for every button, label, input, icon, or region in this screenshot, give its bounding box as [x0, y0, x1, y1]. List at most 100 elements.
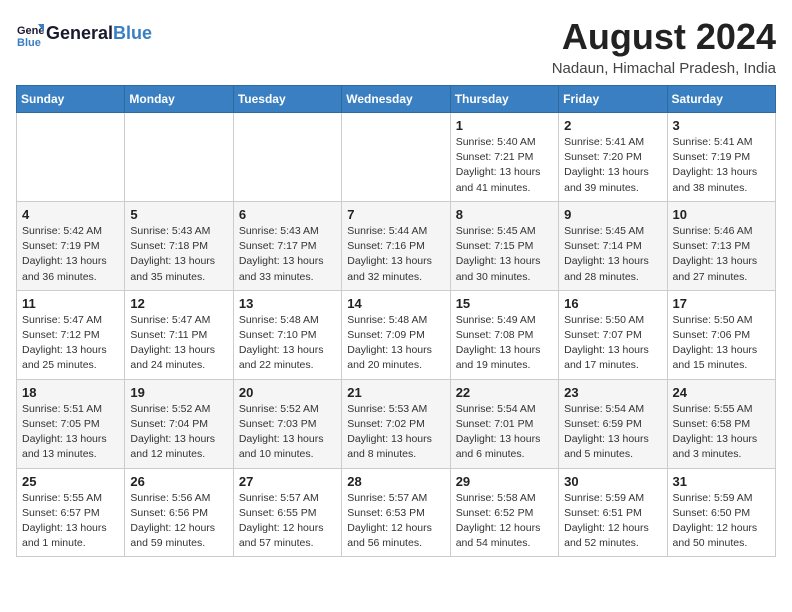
logo: General Blue GeneralBlue — [16, 20, 152, 48]
day-detail: Sunrise: 5:42 AM Sunset: 7:19 PM Dayligh… — [22, 224, 119, 285]
table-row: 19 Sunrise: 5:52 AM Sunset: 7:04 PM Dayli… — [125, 379, 233, 468]
calendar-week-row: 18 Sunrise: 5:51 AM Sunset: 7:05 PM Dayli… — [17, 379, 776, 468]
table-row: 3Sunrise: 5:41 AM Sunset: 7:19 PM Daylig… — [667, 113, 775, 202]
day-number: 6 — [239, 207, 336, 222]
day-detail: Sunrise: 5:55 AM Sunset: 6:58 PM Dayligh… — [673, 402, 770, 463]
table-row: 22 Sunrise: 5:54 AM Sunset: 7:01 PM Dayli… — [450, 379, 558, 468]
page-header: General Blue GeneralBlue August 2024 Nad… — [16, 16, 776, 77]
day-detail: Sunrise: 5:54 AM Sunset: 7:01 PM Dayligh… — [456, 402, 553, 463]
svg-text:Blue: Blue — [17, 37, 41, 48]
table-row: 16 Sunrise: 5:50 AM Sunset: 7:07 PM Dayli… — [559, 290, 667, 379]
table-row: 2Sunrise: 5:41 AM Sunset: 7:20 PM Daylig… — [559, 113, 667, 202]
day-number: 22 — [456, 385, 553, 400]
calendar-table: Sunday Monday Tuesday Wednesday Thursday… — [16, 85, 776, 557]
header-saturday: Saturday — [667, 86, 775, 113]
table-row: 10 Sunrise: 5:46 AM Sunset: 7:13 PM Dayli… — [667, 201, 775, 290]
day-detail: Sunrise: 5:47 AM Sunset: 7:11 PM Dayligh… — [130, 313, 227, 374]
day-number: 24 — [673, 385, 770, 400]
day-number: 9 — [564, 207, 661, 222]
table-row: 17 Sunrise: 5:50 AM Sunset: 7:06 PM Dayli… — [667, 290, 775, 379]
day-detail: Sunrise: 5:55 AM Sunset: 6:57 PM Dayligh… — [22, 491, 119, 552]
day-detail: Sunrise: 5:57 AM Sunset: 6:55 PM Dayligh… — [239, 491, 336, 552]
table-row: 11 Sunrise: 5:47 AM Sunset: 7:12 PM Dayli… — [17, 290, 125, 379]
day-detail: Sunrise: 5:50 AM Sunset: 7:06 PM Dayligh… — [673, 313, 770, 374]
table-row: 20 Sunrise: 5:52 AM Sunset: 7:03 PM Dayli… — [233, 379, 341, 468]
calendar-week-row: 25 Sunrise: 5:55 AM Sunset: 6:57 PM Dayli… — [17, 468, 776, 557]
day-number: 14 — [347, 296, 444, 311]
table-row: 4Sunrise: 5:42 AM Sunset: 7:19 PM Daylig… — [17, 201, 125, 290]
calendar-week-row: 11 Sunrise: 5:47 AM Sunset: 7:12 PM Dayli… — [17, 290, 776, 379]
table-row: 1Sunrise: 5:40 AM Sunset: 7:21 PM Daylig… — [450, 113, 558, 202]
day-number: 11 — [22, 296, 119, 311]
day-number: 17 — [673, 296, 770, 311]
day-detail: Sunrise: 5:50 AM Sunset: 7:07 PM Dayligh… — [564, 313, 661, 374]
header-tuesday: Tuesday — [233, 86, 341, 113]
day-detail: Sunrise: 5:57 AM Sunset: 6:53 PM Dayligh… — [347, 491, 444, 552]
day-number: 2 — [564, 118, 661, 133]
table-row: 31 Sunrise: 5:59 AM Sunset: 6:50 PM Dayli… — [667, 468, 775, 557]
logo-text: GeneralBlue — [46, 24, 152, 44]
day-detail: Sunrise: 5:56 AM Sunset: 6:56 PM Dayligh… — [130, 491, 227, 552]
day-number: 7 — [347, 207, 444, 222]
header-sunday: Sunday — [17, 86, 125, 113]
calendar-header-row: Sunday Monday Tuesday Wednesday Thursday… — [17, 86, 776, 113]
table-row — [233, 113, 341, 202]
day-detail: Sunrise: 5:47 AM Sunset: 7:12 PM Dayligh… — [22, 313, 119, 374]
day-detail: Sunrise: 5:48 AM Sunset: 7:10 PM Dayligh… — [239, 313, 336, 374]
day-number: 23 — [564, 385, 661, 400]
table-row: 27 Sunrise: 5:57 AM Sunset: 6:55 PM Dayli… — [233, 468, 341, 557]
table-row: 14 Sunrise: 5:48 AM Sunset: 7:09 PM Dayli… — [342, 290, 450, 379]
header-thursday: Thursday — [450, 86, 558, 113]
calendar-week-row: 1Sunrise: 5:40 AM Sunset: 7:21 PM Daylig… — [17, 113, 776, 202]
day-number: 18 — [22, 385, 119, 400]
table-row: 26 Sunrise: 5:56 AM Sunset: 6:56 PM Dayli… — [125, 468, 233, 557]
day-detail: Sunrise: 5:51 AM Sunset: 7:05 PM Dayligh… — [22, 402, 119, 463]
day-number: 21 — [347, 385, 444, 400]
day-number: 8 — [456, 207, 553, 222]
day-detail: Sunrise: 5:49 AM Sunset: 7:08 PM Dayligh… — [456, 313, 553, 374]
table-row: 9Sunrise: 5:45 AM Sunset: 7:14 PM Daylig… — [559, 201, 667, 290]
calendar-week-row: 4Sunrise: 5:42 AM Sunset: 7:19 PM Daylig… — [17, 201, 776, 290]
day-number: 20 — [239, 385, 336, 400]
day-detail: Sunrise: 5:44 AM Sunset: 7:16 PM Dayligh… — [347, 224, 444, 285]
table-row: 24 Sunrise: 5:55 AM Sunset: 6:58 PM Dayli… — [667, 379, 775, 468]
table-row: 30Sunrise: 5:59 AM Sunset: 6:51 PM Dayli… — [559, 468, 667, 557]
table-row: 23 Sunrise: 5:54 AM Sunset: 6:59 PM Dayli… — [559, 379, 667, 468]
day-number: 27 — [239, 474, 336, 489]
table-row: 7 Sunrise: 5:44 AM Sunset: 7:16 PM Daylig… — [342, 201, 450, 290]
day-number: 26 — [130, 474, 227, 489]
table-row: 29Sunrise: 5:58 AM Sunset: 6:52 PM Dayli… — [450, 468, 558, 557]
day-number: 25 — [22, 474, 119, 489]
day-number: 19 — [130, 385, 227, 400]
day-number: 16 — [564, 296, 661, 311]
day-detail: Sunrise: 5:52 AM Sunset: 7:04 PM Dayligh… — [130, 402, 227, 463]
table-row: 12Sunrise: 5:47 AM Sunset: 7:11 PM Dayli… — [125, 290, 233, 379]
day-detail: Sunrise: 5:48 AM Sunset: 7:09 PM Dayligh… — [347, 313, 444, 374]
day-detail: Sunrise: 5:59 AM Sunset: 6:51 PM Dayligh… — [564, 491, 661, 552]
day-detail: Sunrise: 5:52 AM Sunset: 7:03 PM Dayligh… — [239, 402, 336, 463]
table-row: 5Sunrise: 5:43 AM Sunset: 7:18 PM Daylig… — [125, 201, 233, 290]
day-number: 10 — [673, 207, 770, 222]
day-detail: Sunrise: 5:43 AM Sunset: 7:17 PM Dayligh… — [239, 224, 336, 285]
day-number: 13 — [239, 296, 336, 311]
title-block: August 2024 Nadaun, Himachal Pradesh, In… — [552, 16, 776, 77]
day-number: 28 — [347, 474, 444, 489]
table-row: 6 Sunrise: 5:43 AM Sunset: 7:17 PM Daylig… — [233, 201, 341, 290]
day-detail: Sunrise: 5:40 AM Sunset: 7:21 PM Dayligh… — [456, 135, 553, 196]
day-number: 31 — [673, 474, 770, 489]
day-number: 15 — [456, 296, 553, 311]
day-detail: Sunrise: 5:46 AM Sunset: 7:13 PM Dayligh… — [673, 224, 770, 285]
location: Nadaun, Himachal Pradesh, India — [552, 60, 776, 77]
day-detail: Sunrise: 5:43 AM Sunset: 7:18 PM Dayligh… — [130, 224, 227, 285]
table-row — [342, 113, 450, 202]
day-detail: Sunrise: 5:59 AM Sunset: 6:50 PM Dayligh… — [673, 491, 770, 552]
table-row — [125, 113, 233, 202]
table-row: 21 Sunrise: 5:53 AM Sunset: 7:02 PM Dayli… — [342, 379, 450, 468]
header-wednesday: Wednesday — [342, 86, 450, 113]
day-detail: Sunrise: 5:54 AM Sunset: 6:59 PM Dayligh… — [564, 402, 661, 463]
month-title: August 2024 — [552, 16, 776, 58]
day-detail: Sunrise: 5:53 AM Sunset: 7:02 PM Dayligh… — [347, 402, 444, 463]
day-detail: Sunrise: 5:45 AM Sunset: 7:15 PM Dayligh… — [456, 224, 553, 285]
table-row: 13 Sunrise: 5:48 AM Sunset: 7:10 PM Dayli… — [233, 290, 341, 379]
table-row: 25 Sunrise: 5:55 AM Sunset: 6:57 PM Dayli… — [17, 468, 125, 557]
